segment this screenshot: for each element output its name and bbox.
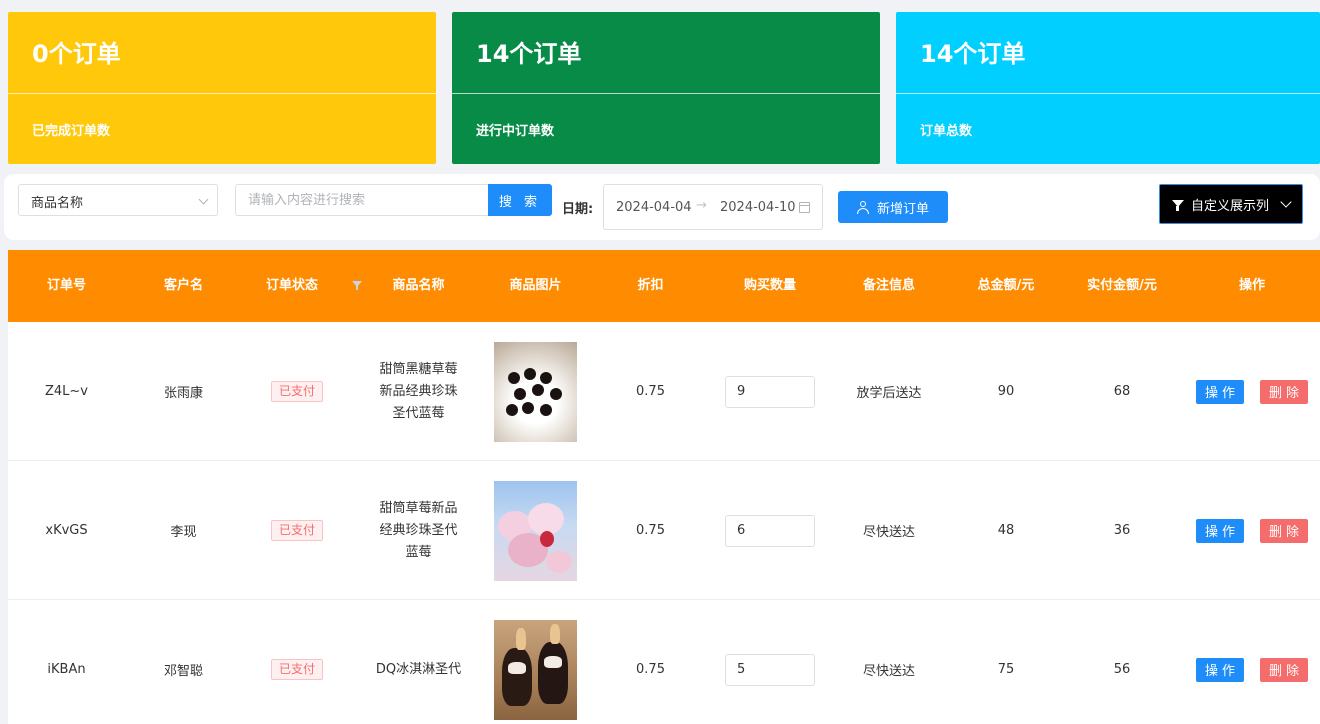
date-start[interactable]: 2024-04-04: [616, 200, 692, 215]
stat-label: 已完成订单数: [32, 124, 111, 139]
table-row: iKBAn 邓智聪 已支付 DQ冰淇淋圣代 0.75 尽快送达 75 56 操作…: [8, 600, 1320, 724]
stat-card-total: 14个订单 订单总数: [896, 12, 1320, 164]
stat-label: 进行中订单数: [476, 124, 555, 139]
status-badge: 已支付: [270, 381, 323, 402]
stat-value: 14个订单: [896, 12, 1320, 94]
cell-total: 75: [997, 662, 1015, 677]
product-image: [494, 619, 577, 720]
date-label: 日期:: [562, 202, 594, 217]
th-order-id: 订单号: [46, 278, 86, 293]
select-value: 商品名称: [31, 196, 84, 211]
th-total: 总金额/元: [977, 278, 1035, 293]
delete-button[interactable]: 删除: [1260, 379, 1308, 404]
th-actions: 操作: [1238, 278, 1265, 293]
stat-card-completed: 0个订单 已完成订单数: [8, 12, 436, 164]
cell-note: 尽快送达: [862, 664, 915, 679]
quantity-input[interactable]: [725, 514, 815, 547]
date-end[interactable]: 2024-04-10: [720, 200, 796, 215]
add-order-button[interactable]: 新增订单: [838, 191, 948, 223]
th-note: 备注信息: [862, 278, 915, 293]
stat-value: 0个订单: [8, 12, 436, 94]
th-customer: 客户名: [163, 278, 203, 293]
custom-columns-label: 自定义展示列: [1190, 198, 1269, 214]
status-badge: 已支付: [270, 659, 323, 680]
th-qty: 购买数量: [743, 278, 796, 293]
quantity-input[interactable]: [725, 653, 815, 686]
table-header: 订单号 客户名 订单状态 商品名称 商品图片 折扣 购买数量 备注信息 总金额/…: [8, 250, 1320, 322]
th-image: 商品图片: [509, 278, 562, 293]
stat-value: 14个订单: [452, 12, 880, 94]
th-status: 订单状态: [265, 278, 318, 293]
cell-order-id: xKvGS: [45, 523, 88, 538]
table-row: Z4L~v 张雨康 已支付 甜筒黑糖草莓新品经典珍珠圣代蓝莓 0.75 放学后送…: [8, 322, 1320, 461]
cell-customer: 张雨康: [163, 386, 203, 401]
cell-paid: 56: [1113, 662, 1131, 677]
chevron-down-icon: [1280, 196, 1292, 208]
cell-total: 48: [997, 523, 1015, 538]
cell-order-id: iKBAn: [47, 662, 86, 677]
cell-product: 甜筒黑糖草莓新品经典珍珠圣代蓝莓: [379, 361, 458, 421]
th-product: 商品名称: [392, 278, 445, 293]
chevron-down-icon: [198, 194, 209, 205]
date-range-picker[interactable]: 2024-04-04 → 2024-04-10: [603, 184, 823, 230]
operate-button[interactable]: 操作: [1196, 657, 1244, 682]
search-input[interactable]: [235, 184, 489, 216]
arrow-right-icon: →: [696, 198, 707, 213]
cell-note: 尽快送达: [862, 525, 915, 540]
quantity-input[interactable]: [725, 375, 815, 408]
cell-total: 90: [997, 384, 1015, 399]
search-button[interactable]: 搜 索: [488, 184, 552, 216]
product-image: [494, 480, 577, 581]
status-badge: 已支付: [270, 520, 323, 541]
custom-columns-button[interactable]: 自定义展示列: [1159, 184, 1303, 224]
delete-button[interactable]: 删除: [1260, 518, 1308, 543]
operate-button[interactable]: 操作: [1196, 518, 1244, 543]
orders-table: 订单号 客户名 订单状态 商品名称 商品图片 折扣 购买数量 备注信息 总金额/…: [8, 250, 1320, 724]
filter-icon: [1171, 199, 1184, 211]
product-image: [494, 341, 577, 442]
cell-paid: 36: [1113, 523, 1131, 538]
filter-toolbar: 商品名称 搜 索 日期: 2024-04-04 → 2024-04-10 新增订…: [4, 174, 1320, 240]
cell-note: 放学后送达: [856, 386, 922, 401]
th-paid: 实付金额/元: [1087, 278, 1157, 293]
operate-button[interactable]: 操作: [1196, 379, 1244, 404]
cell-discount: 0.75: [636, 662, 665, 677]
cell-order-id: Z4L~v: [44, 384, 88, 399]
cell-paid: 68: [1113, 384, 1131, 399]
stat-card-in-progress: 14个订单 进行中订单数: [452, 12, 880, 164]
delete-button[interactable]: 删除: [1260, 657, 1308, 682]
cell-customer: 李现: [170, 525, 197, 540]
add-order-label: 新增订单: [876, 201, 929, 217]
calendar-icon: [799, 202, 810, 213]
cell-discount: 0.75: [636, 384, 665, 399]
user-icon: [856, 200, 869, 214]
th-discount: 折扣: [637, 278, 664, 293]
cell-discount: 0.75: [636, 523, 665, 538]
cell-product: 甜筒草莓新品经典珍珠圣代蓝莓: [379, 500, 458, 560]
cell-customer: 邓智聪: [163, 664, 203, 679]
search-field-select[interactable]: 商品名称: [18, 184, 218, 216]
cell-product: DQ冰淇淋圣代: [375, 661, 462, 677]
table-row: xKvGS 李现 已支付 甜筒草莓新品经典珍珠圣代蓝莓 0.75 尽快送达 48…: [8, 461, 1320, 600]
stat-label: 订单总数: [920, 124, 973, 139]
